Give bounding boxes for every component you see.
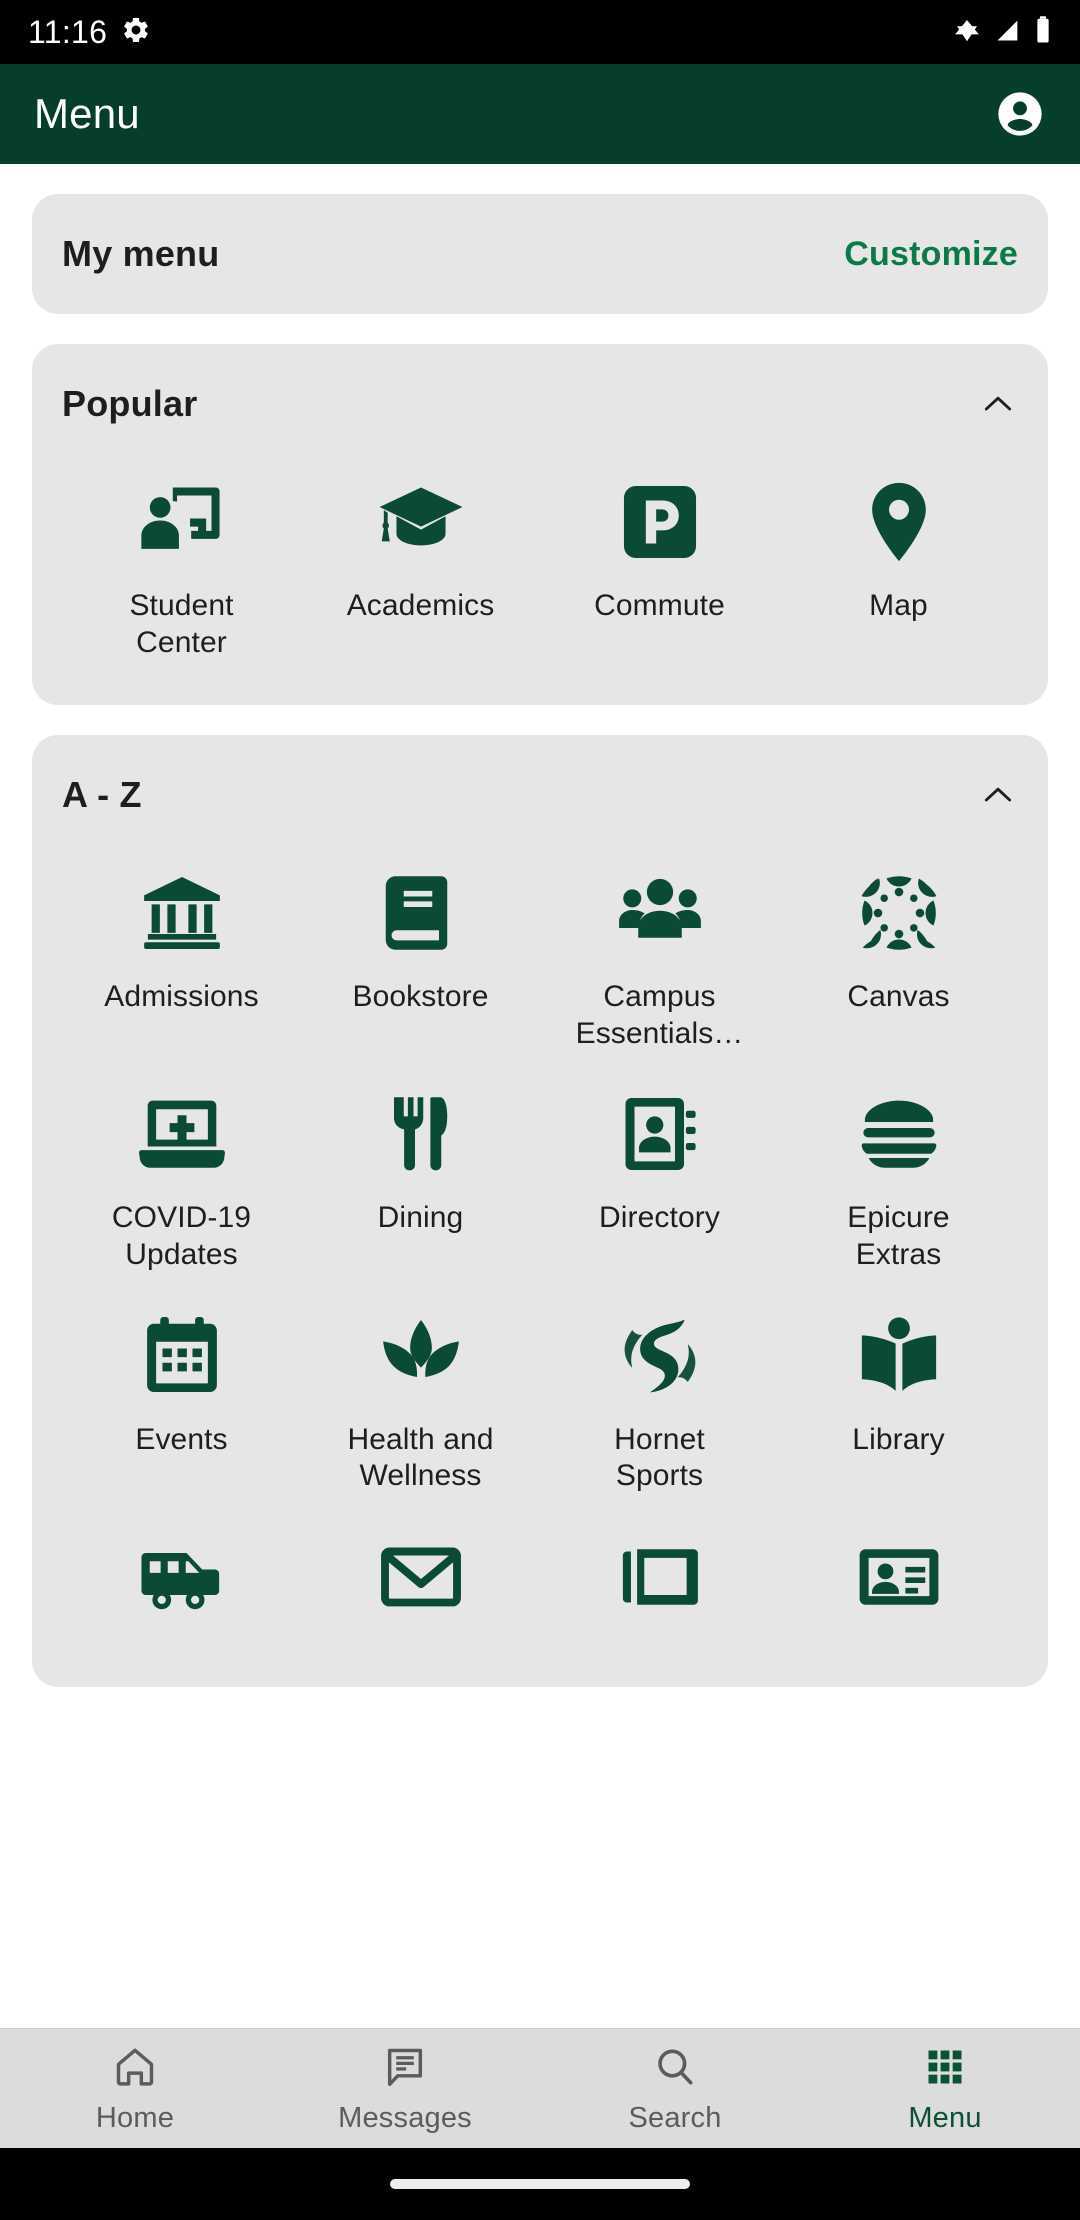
- nav-label: Search: [628, 2102, 722, 2134]
- people-group-icon: [612, 865, 708, 961]
- tile-commute[interactable]: Commute: [540, 464, 779, 679]
- tile-bookstore[interactable]: Bookstore: [301, 855, 540, 1070]
- chevron-up-icon[interactable]: [978, 384, 1018, 424]
- az-tiles: Admissions Bookstore Campus Essentials… …: [62, 855, 1018, 1687]
- cellular-signal-icon: [994, 16, 1022, 49]
- tile-campus-essentials[interactable]: Campus Essentials…: [540, 855, 779, 1070]
- tile-label: Health and Wellness: [347, 1422, 494, 1493]
- tile-admissions[interactable]: Admissions: [62, 855, 301, 1070]
- search-icon: [650, 2042, 700, 2092]
- app-screen: 11:16 Menu My menu Customize Popular Stu…: [0, 0, 1080, 2220]
- address-book-icon: [612, 1086, 708, 1182]
- menu-scroll-content[interactable]: My menu Customize Popular Student Center…: [0, 164, 1080, 2028]
- page-title: Menu: [34, 90, 140, 137]
- tile-label: Map: [869, 589, 928, 622]
- nav-label: Home: [95, 2102, 175, 2134]
- tile-academics[interactable]: Academics: [301, 464, 540, 679]
- nav-item-menu[interactable]: Menu: [810, 2042, 1080, 2135]
- chevron-up-icon[interactable]: [978, 775, 1018, 815]
- nav-item-home[interactable]: Home: [0, 2042, 270, 2135]
- status-bar-right: [952, 15, 1052, 50]
- grid-menu-icon: [920, 2042, 970, 2092]
- gesture-navigation-bar: [0, 2148, 1080, 2220]
- book-icon: [373, 865, 469, 961]
- envelope-icon: [373, 1529, 469, 1625]
- map-pin-icon: [851, 474, 947, 570]
- my-menu-header: My menu Customize: [62, 194, 1018, 314]
- tile-label: Campus Essentials…: [575, 980, 744, 1050]
- status-bar-left: 11:16: [28, 14, 151, 51]
- tile-student-center[interactable]: Student Center: [62, 464, 301, 679]
- status-bar-clock: 11:16: [28, 13, 108, 50]
- tile-label: Academics: [346, 589, 495, 622]
- tile-hornet-sports[interactable]: Hornet Sports: [540, 1298, 779, 1513]
- tile-label: Directory: [599, 1201, 720, 1235]
- home-icon: [110, 2042, 160, 2092]
- tile-label: Hornet Sports: [614, 1422, 705, 1493]
- tile-label: Canvas: [847, 980, 950, 1014]
- fork-knife-icon: [373, 1086, 469, 1182]
- tile-map[interactable]: Map: [779, 464, 1018, 679]
- student-center-icon: [134, 474, 230, 570]
- popular-card: Popular Student Center Academics Commute…: [32, 344, 1048, 706]
- az-title: A - Z: [62, 774, 142, 816]
- laptop-medical-icon: [134, 1086, 230, 1182]
- shuttle-bus-icon: [134, 1529, 230, 1625]
- lotus-leaf-icon: [373, 1308, 469, 1404]
- wifi-icon: [952, 15, 982, 50]
- id-card-icon: [851, 1529, 947, 1625]
- tile-epicure-extras[interactable]: Epicure Extras: [779, 1076, 1018, 1291]
- burger-icon: [851, 1086, 947, 1182]
- tile-shuttle[interactable]: [62, 1519, 301, 1661]
- tile-label: Commute: [594, 589, 725, 622]
- calendar-icon: [134, 1308, 230, 1404]
- tile-label: Library: [852, 1422, 945, 1456]
- tile-health-and-wellness[interactable]: Health and Wellness: [301, 1298, 540, 1513]
- nav-item-search[interactable]: Search: [540, 2042, 810, 2135]
- account-circle-icon[interactable]: [994, 88, 1046, 140]
- tile-directory[interactable]: Directory: [540, 1076, 779, 1291]
- tile-label: Dining: [377, 1201, 464, 1235]
- tile-dining[interactable]: Dining: [301, 1076, 540, 1291]
- newspaper-icon: [612, 1529, 708, 1625]
- az-header[interactable]: A - Z: [62, 735, 1018, 855]
- tile-events[interactable]: Events: [62, 1298, 301, 1513]
- message-icon: [380, 2042, 430, 2092]
- app-bar: Menu: [0, 64, 1080, 164]
- nav-item-messages[interactable]: Messages: [270, 2042, 540, 2135]
- popular-title: Popular: [62, 383, 198, 424]
- tile-news[interactable]: [540, 1519, 779, 1661]
- popular-tiles: Student Center Academics Commute Map: [62, 464, 1018, 705]
- settings-gear-icon: [121, 15, 151, 50]
- bottom-navigation-bar: Home Messages Search Menu: [0, 2028, 1080, 2148]
- battery-icon: [1034, 15, 1052, 50]
- customize-link[interactable]: Customize: [844, 235, 1018, 274]
- my-menu-title: My menu: [62, 233, 220, 274]
- tile-label: Bookstore: [352, 980, 489, 1014]
- tile-label: Student Center: [129, 589, 234, 659]
- parking-p-icon: [612, 474, 708, 570]
- status-bar: 11:16: [0, 0, 1080, 64]
- tile-label: Epicure Extras: [847, 1201, 950, 1271]
- nav-label: Menu: [908, 2102, 982, 2134]
- tile-id-card[interactable]: [779, 1519, 1018, 1661]
- nav-label: Messages: [338, 2102, 472, 2134]
- canvas-logo-icon: [851, 865, 947, 961]
- tile-canvas[interactable]: Canvas: [779, 855, 1018, 1070]
- bank-columns-icon: [134, 865, 230, 961]
- tile-label: Events: [135, 1422, 228, 1456]
- tile-library[interactable]: Library: [779, 1298, 1018, 1513]
- sac-state-s-logo-icon: [612, 1308, 708, 1404]
- my-menu-card: My menu Customize: [32, 194, 1048, 314]
- graduation-cap-icon: [373, 474, 469, 570]
- popular-header[interactable]: Popular: [62, 344, 1018, 464]
- tile-email[interactable]: [301, 1519, 540, 1661]
- tile-covid-19-updates[interactable]: COVID-19 Updates: [62, 1076, 301, 1291]
- tile-label: COVID-19 Updates: [111, 1201, 252, 1271]
- open-book-icon: [851, 1308, 947, 1404]
- tile-label: Admissions: [104, 980, 259, 1014]
- gesture-pill[interactable]: [390, 2179, 690, 2189]
- az-card: A - Z Admissions Bookstore Campus Essent…: [32, 735, 1048, 1687]
